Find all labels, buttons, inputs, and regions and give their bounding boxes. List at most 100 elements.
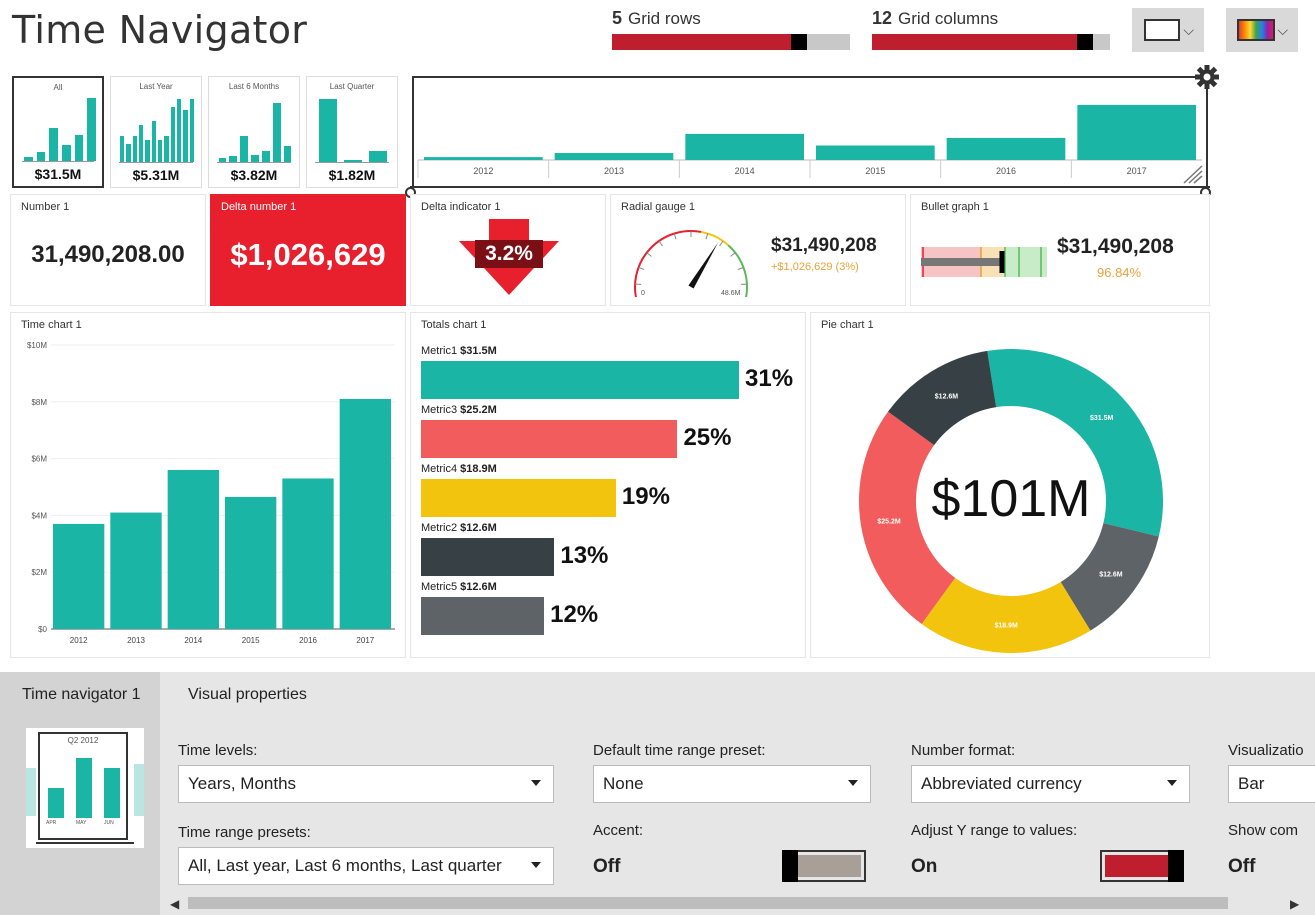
default-preset-select[interactable]: None [593, 765, 871, 803]
bullet-graph-tile[interactable]: Bullet graph 1 $31,490,208 96.84% [910, 194, 1210, 306]
delta-number-value: $1,026,629 [230, 237, 386, 272]
totals-bar [421, 420, 678, 458]
preset-bar [170, 106, 176, 162]
adjust-y-value: On [911, 856, 938, 877]
bullet-bar [921, 258, 1003, 266]
grid-rows-thumb[interactable] [791, 34, 808, 50]
number-format-select[interactable]: Abbreviated currency [911, 765, 1190, 803]
time-levels-select[interactable]: Years, Months [178, 765, 554, 803]
preset-bar [176, 99, 182, 162]
scroll-right-icon[interactable]: ▶ [1290, 897, 1299, 911]
radial-gauge-tile[interactable]: Radial gauge 1 0 48.6M $31,490,208 +$1,02… [610, 194, 906, 306]
totals-chart-tile[interactable]: Totals chart 1 Metric1 $31.5M 31% Metric3 … [410, 312, 806, 658]
preset-bar [126, 143, 131, 162]
gauge-delta: +$1,026,629 (3%) [771, 261, 859, 273]
tile-title: Radial gauge 1 [621, 201, 696, 213]
totals-metric-label: Metric4 $18.9M [421, 463, 497, 475]
preset-2[interactable]: Last 6 Months $3.82M [208, 76, 300, 188]
scrollbar-thumb[interactable] [188, 897, 1228, 909]
preset-bar [119, 136, 125, 162]
adjust-y-label: Adjust Y range to values: [911, 822, 1078, 839]
delta-indicator-tile[interactable]: Delta indicator 1 3.2% [410, 194, 606, 306]
preset-3[interactable]: Last Quarter $1.82M [306, 76, 398, 188]
grid-columns-thumb[interactable] [1077, 34, 1094, 50]
preset-bar [23, 157, 33, 161]
navigator-chart: 2012 2013 2014 2015 2016 2017 [417, 104, 1202, 178]
theme-dropdown-button[interactable]: ⌵ [1132, 8, 1204, 52]
selected-visual-tab[interactable]: Time navigator 1 Q2 2012 APR MAY JUN [0, 672, 160, 915]
preset-bar [251, 154, 259, 162]
gauge-value: $31,490,208 [771, 235, 877, 256]
preset-sparkline [217, 87, 292, 163]
preset-bar [183, 110, 188, 162]
blank-theme-icon [1144, 19, 1180, 41]
app: Time Navigator 5 Grid rows 12 Grid columns… [0, 0, 1315, 915]
time-chart-bar [53, 523, 105, 629]
y-tick-label: $6M [31, 455, 47, 464]
grid-rows-control[interactable]: 5 Grid rows [612, 8, 852, 52]
preset-sparkline [22, 86, 97, 162]
y-tick-label: $2M [31, 568, 47, 577]
accent-toggle[interactable] [782, 850, 866, 882]
default-preset-value: None [603, 774, 644, 793]
preset-1[interactable]: Last Year $5.31M [110, 76, 202, 188]
number-format-value: Abbreviated currency [921, 774, 1082, 793]
y-tick-label: $0 [38, 625, 47, 634]
thumb-tick: JUN [104, 820, 114, 826]
metric-amount: $12.6M [460, 522, 497, 534]
totals-percent: 25% [683, 424, 732, 451]
bullet-value: $31,490,208 [1057, 235, 1174, 258]
bullet-graph [921, 247, 1047, 277]
adjust-y-toggle[interactable] [1100, 850, 1184, 882]
y-tick-label: $8M [31, 398, 47, 407]
gear-icon[interactable] [1194, 64, 1220, 90]
grid-columns-slider[interactable] [872, 34, 1110, 50]
navigator-year-label: 2015 [865, 166, 885, 176]
time-chart-bar [110, 512, 162, 629]
time-chart-bar [225, 496, 277, 629]
x-tick-label: 2017 [356, 636, 374, 645]
show-com-value: Off [1228, 856, 1256, 877]
gauge-min: 0 [641, 290, 645, 297]
preset-bar [36, 152, 46, 161]
visualization-value: Bar [1238, 774, 1265, 793]
time-chart-bar [167, 469, 219, 629]
time-navigator-strip[interactable]: 2012 2013 2014 2015 2016 2017 [412, 76, 1208, 186]
tile-title: Pie chart 1 [821, 319, 874, 331]
palette-dropdown-button[interactable]: ⌵ [1226, 8, 1298, 52]
grid-rows-slider[interactable] [612, 34, 850, 50]
pie-chart-tile[interactable]: Pie chart 1 $31.5M $12.6M $18.9M $25.2M $12.… [810, 312, 1210, 658]
time-range-presets-select[interactable]: All, Last year, Last 6 months, Last quar… [178, 847, 554, 885]
horizontal-scrollbar[interactable]: ◀ ▶ [160, 891, 1315, 915]
grid-rows-fill [612, 34, 808, 50]
preset-bar [189, 99, 195, 162]
preset-bar [369, 150, 388, 162]
accent-label: Accent: [593, 822, 644, 839]
number-tile[interactable]: Number 1 31,490,208.00 [10, 194, 206, 306]
tile-title: Number 1 [21, 201, 70, 213]
totals-bar [421, 597, 545, 635]
delta-number-tile[interactable]: Delta number 1 $1,026,629 [210, 194, 406, 306]
grid-columns-control[interactable]: 12 Grid columns [872, 8, 1112, 52]
visual-thumbnail: Q2 2012 APR MAY JUN [26, 728, 144, 848]
visualization-select[interactable]: Bar [1228, 765, 1315, 803]
navigator-bar [424, 157, 543, 160]
tile-title: Delta indicator 1 [421, 201, 501, 213]
preset-sparkline [315, 87, 389, 163]
visualization-label: Visualizatio [1228, 742, 1304, 759]
metric-amount: $25.2M [460, 404, 497, 416]
metric-name: Metric4 [421, 463, 458, 475]
totals-metric-label: Metric5 $12.6M [421, 581, 497, 593]
default-preset-label: Default time range preset: [593, 742, 766, 759]
preset-0[interactable]: All $31.5M [12, 76, 104, 188]
properties-panel: Time navigator 1 Q2 2012 APR MAY JUN Vis… [0, 672, 1315, 915]
time-chart-bar [282, 478, 334, 629]
scroll-left-icon[interactable]: ◀ [170, 897, 179, 911]
time-chart-tile[interactable]: Time chart 1 $0 $2M $4M $6M $8M $10M 2012 2013 2… [10, 312, 406, 658]
delta-indicator-value: 3.2% [475, 240, 543, 268]
resize-grip-icon[interactable] [1180, 162, 1204, 184]
preset-bar [164, 136, 169, 162]
grid-columns-value: 12 [872, 8, 893, 28]
dropdown-arrow-icon [1167, 780, 1177, 786]
navigator-bar [1077, 104, 1196, 160]
